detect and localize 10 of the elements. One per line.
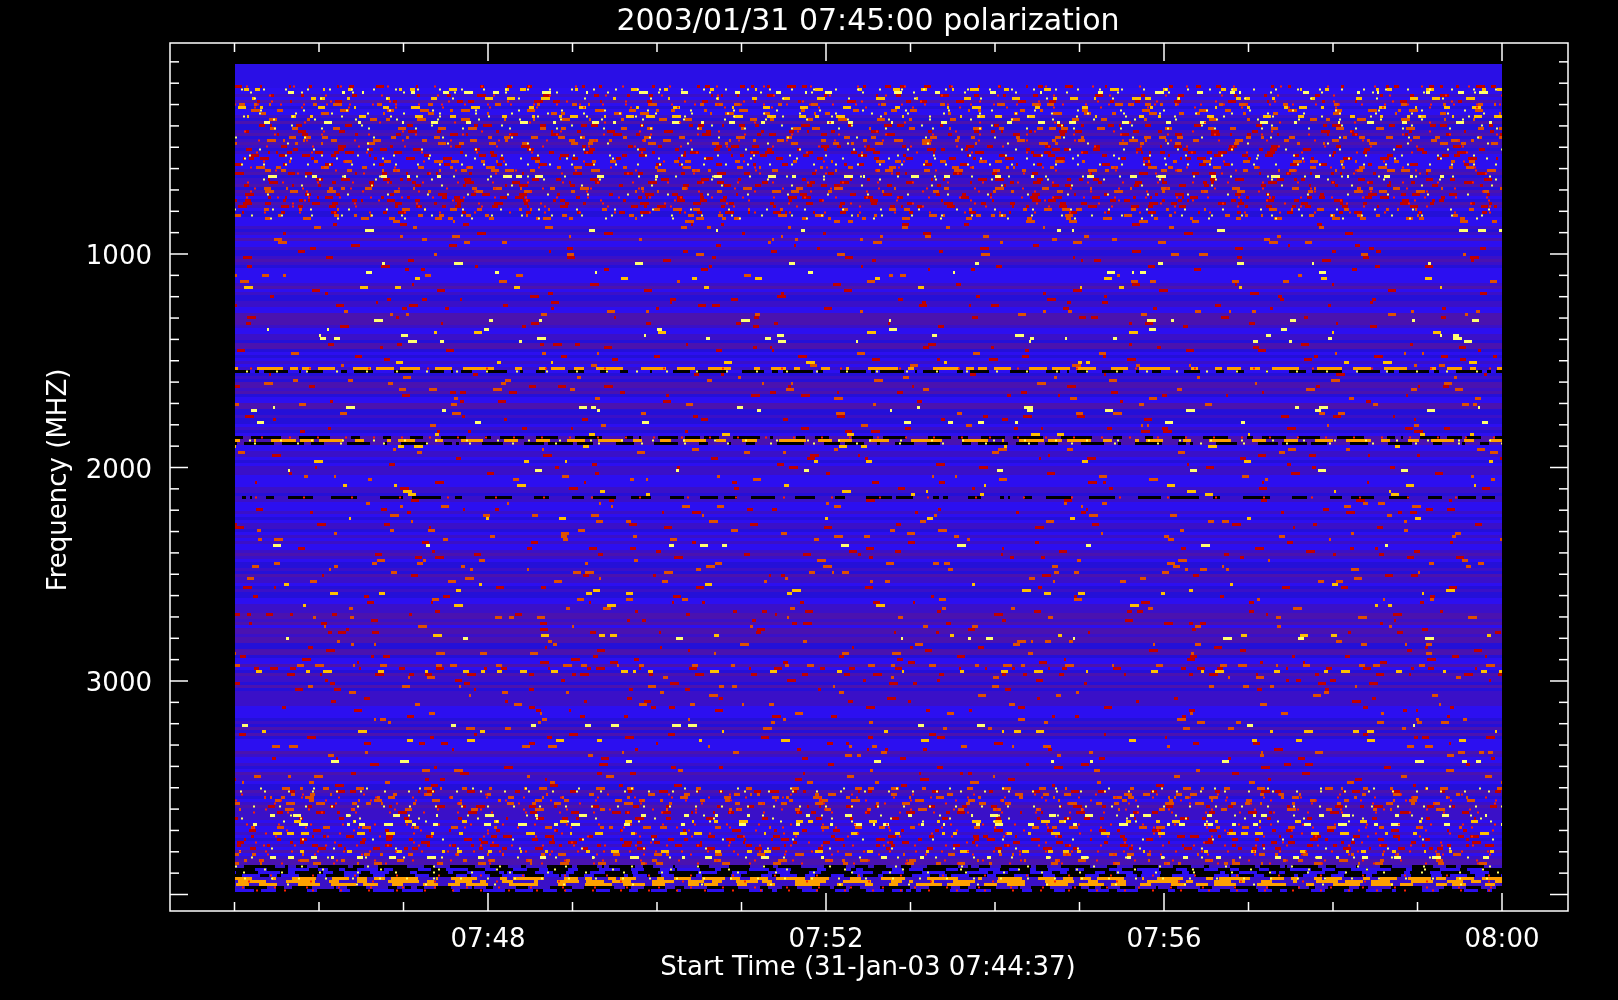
tick-label: 08:00 — [1464, 923, 1540, 953]
tick-label: 3000 — [85, 667, 152, 697]
tick-label: 07:56 — [1126, 923, 1202, 953]
tick-label: 1000 — [85, 240, 152, 270]
tick-label: 07:52 — [788, 923, 864, 953]
axis-label: Start Time (31-Jan-03 07:44:37) — [660, 951, 1076, 981]
tick-label: 07:48 — [450, 923, 526, 953]
tick-label: 2000 — [85, 453, 152, 484]
chart-title: 2003/01/31 07:45:00 polarization — [616, 2, 1120, 37]
axis-label: Frequency (MHZ) — [42, 368, 72, 592]
